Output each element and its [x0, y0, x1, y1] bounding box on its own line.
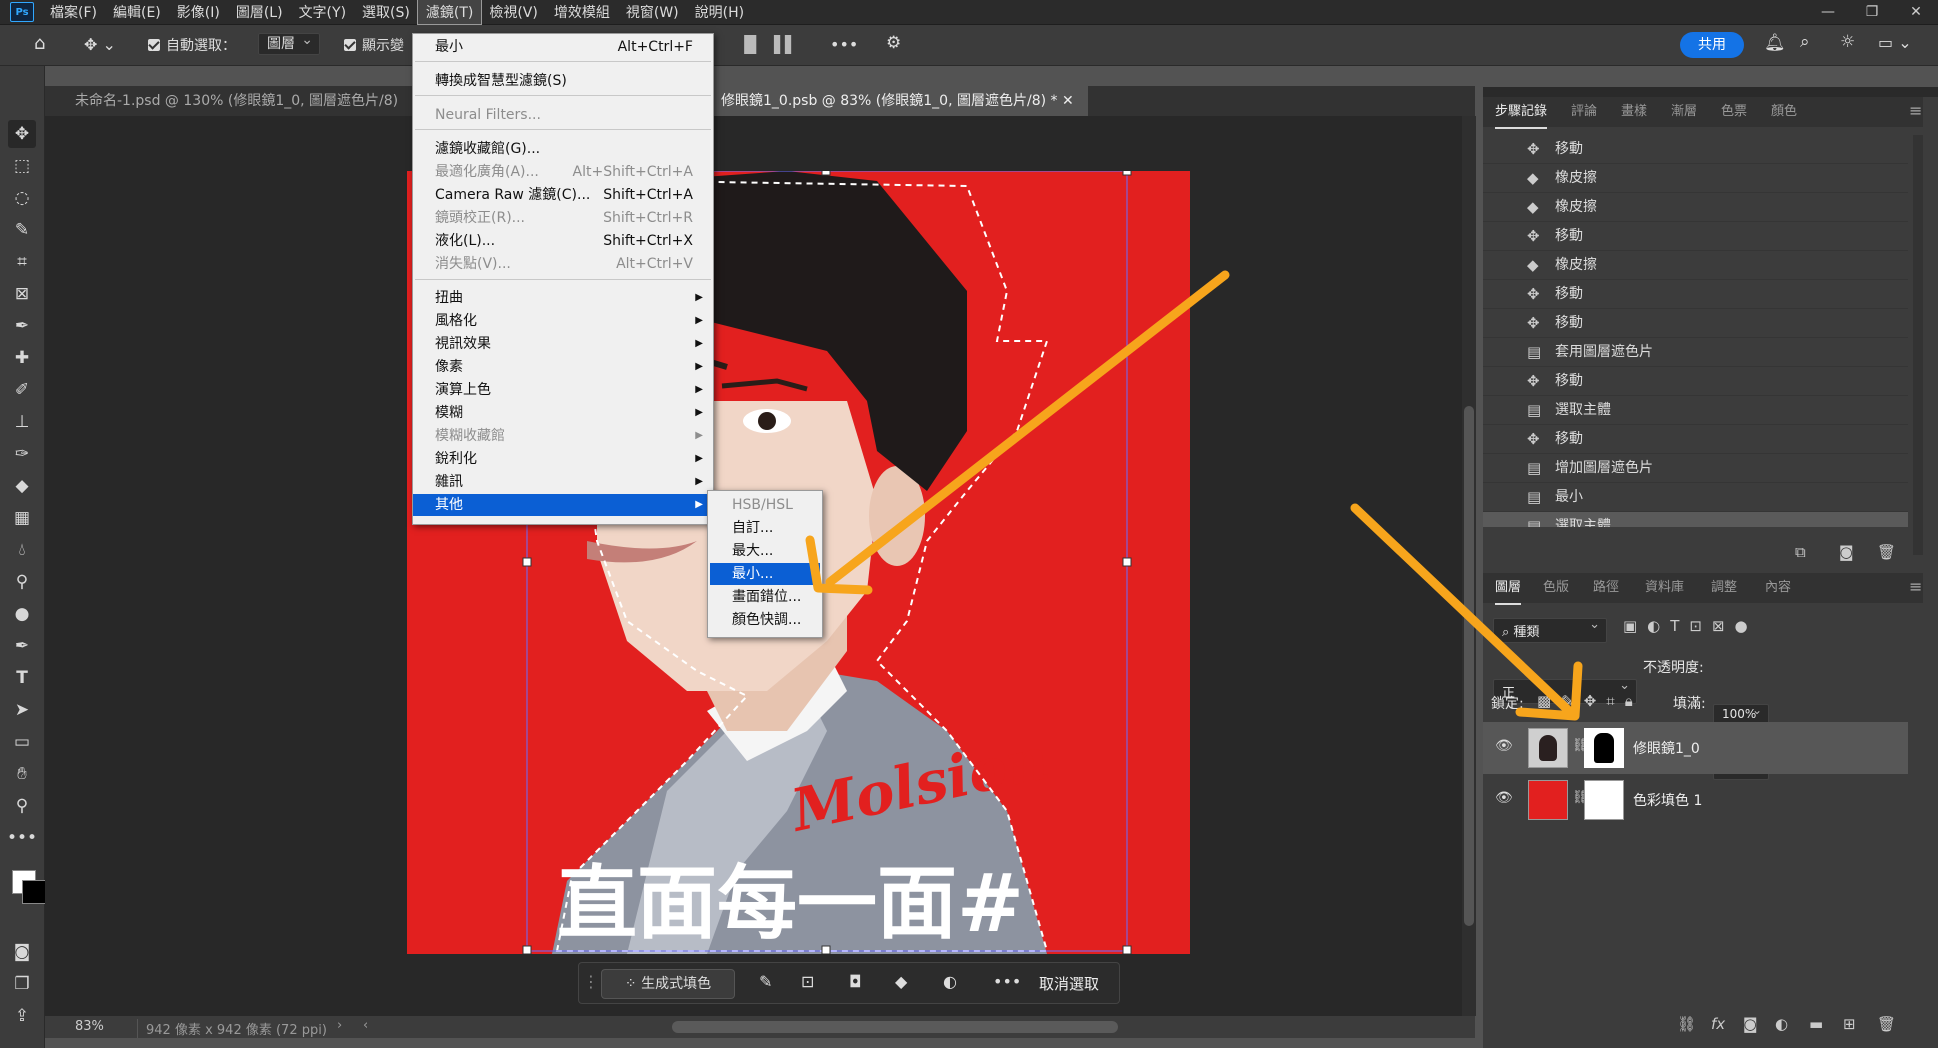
arrow-to-layer [1350, 503, 1573, 715]
annotation-arrows [805, 270, 1583, 721]
arrow-to-minimum [825, 270, 1230, 587]
arrowhead-minimum [805, 535, 873, 595]
